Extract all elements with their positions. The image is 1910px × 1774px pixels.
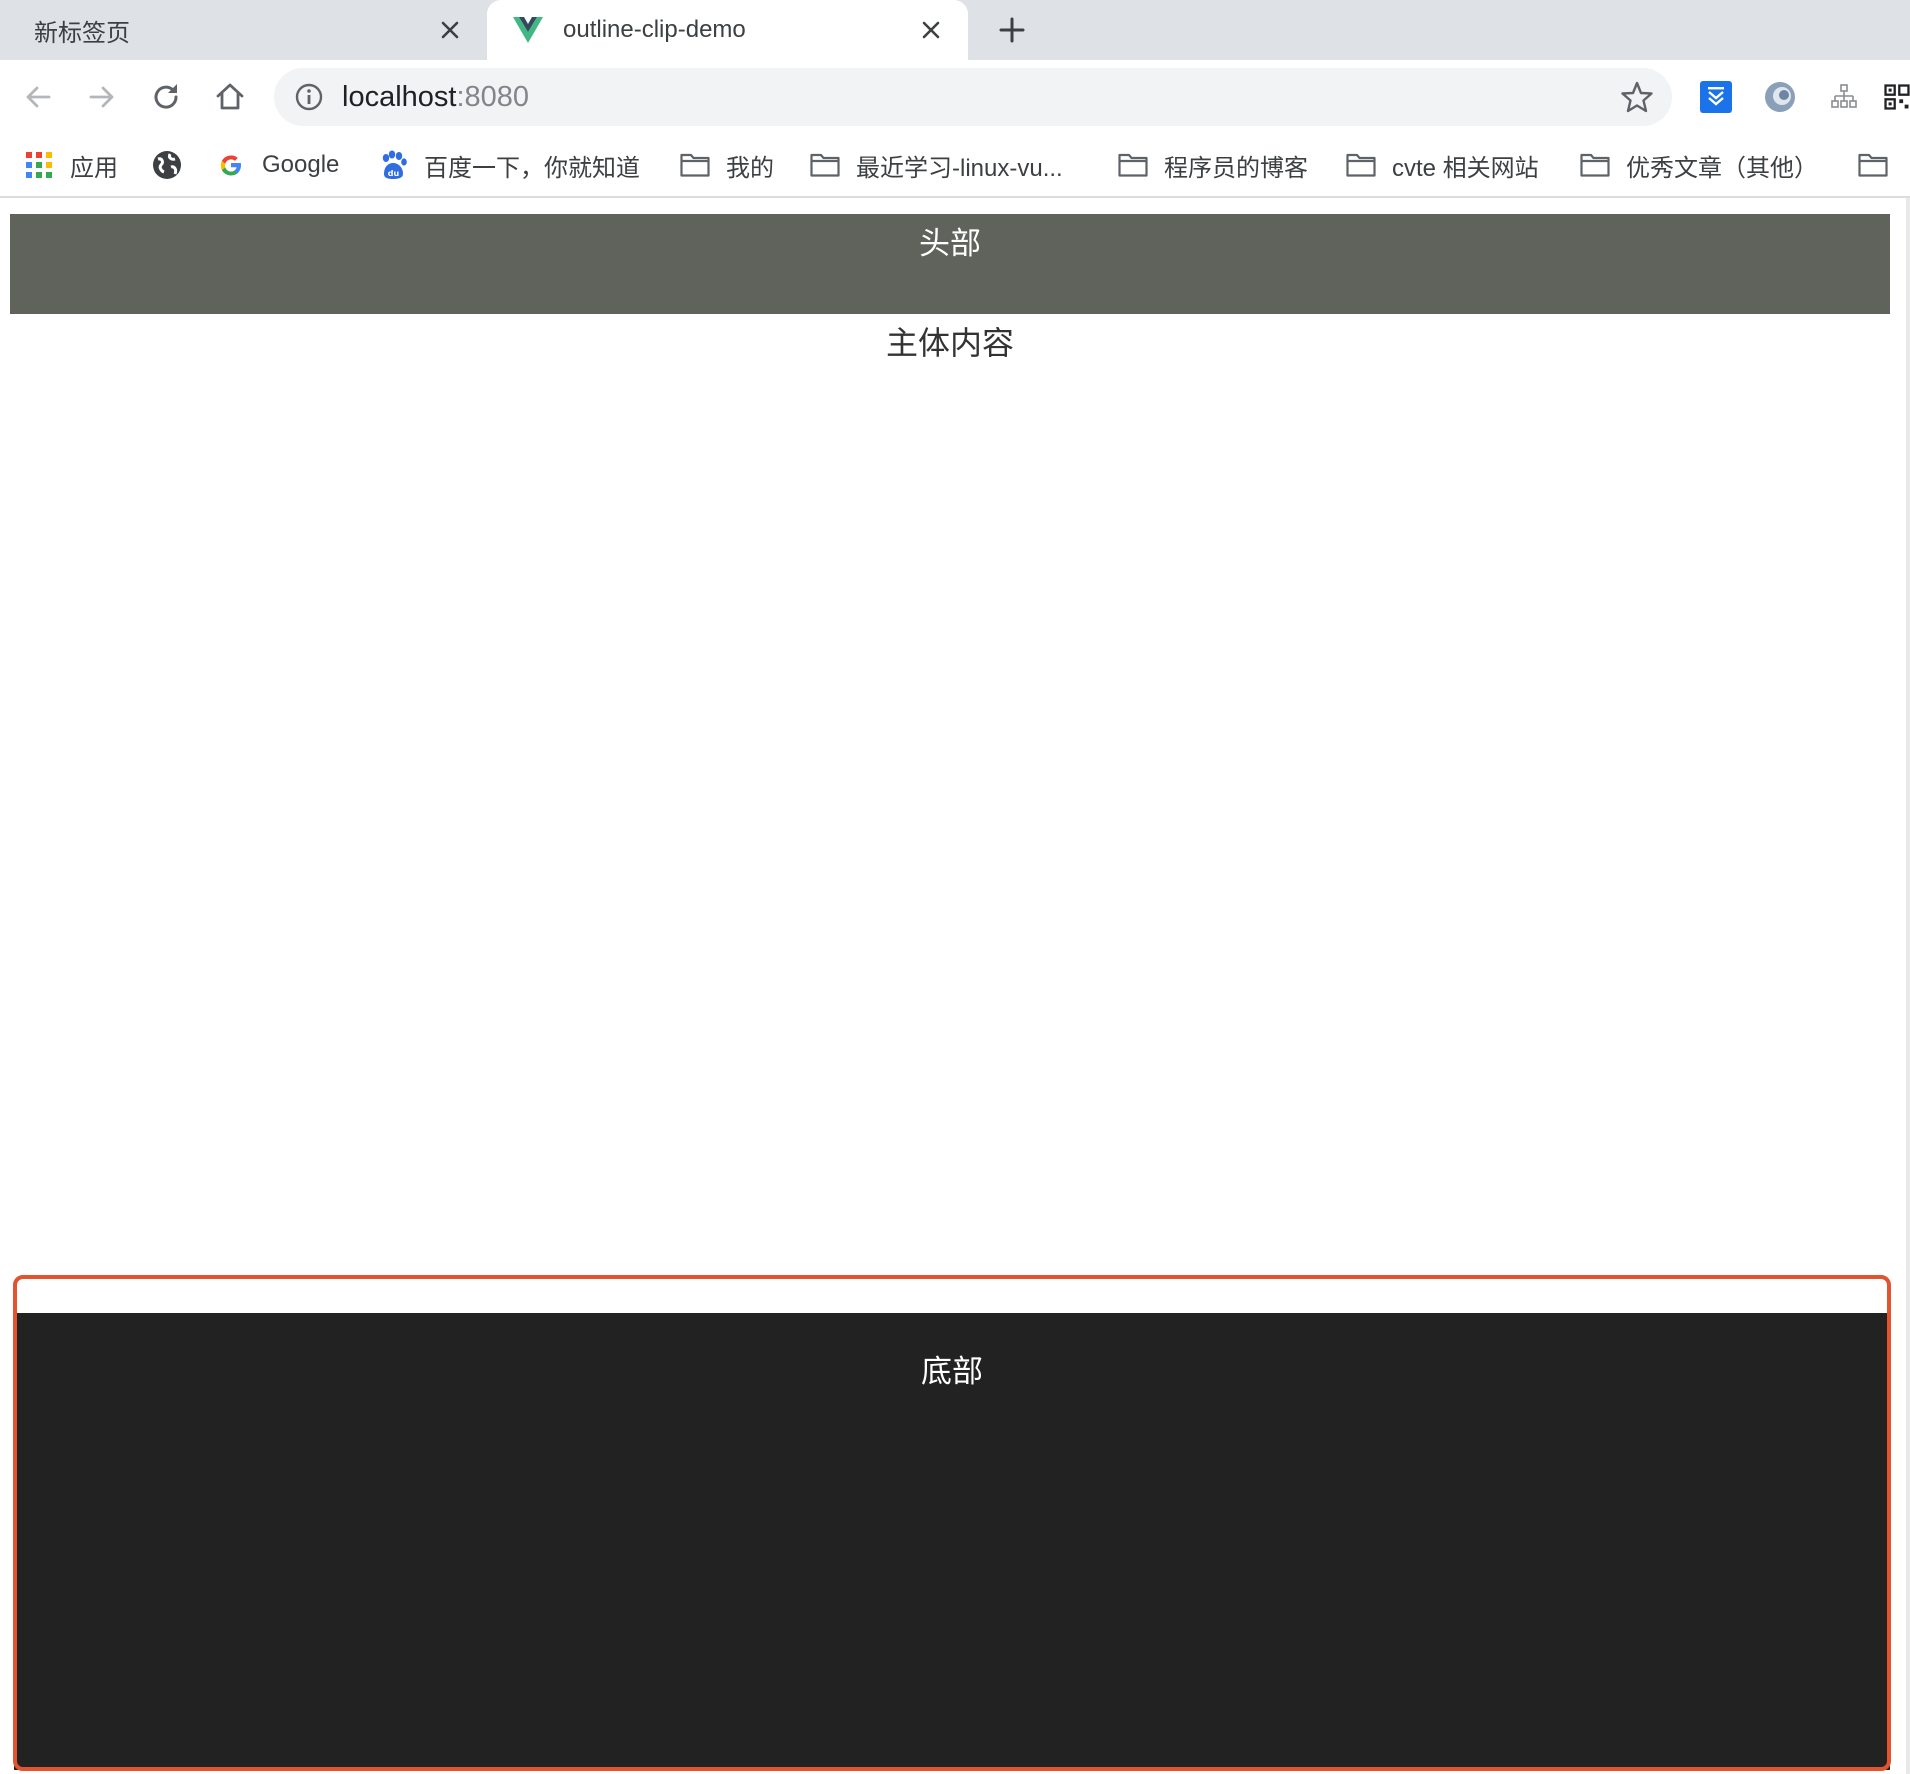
tab-outline-clip-demo[interactable]: outline-clip-demo (487, 0, 968, 60)
forward-button[interactable] (78, 73, 126, 121)
bookmark-star-icon[interactable] (1620, 80, 1654, 114)
bookmark-folder-articles[interactable]: 优秀文章（其他） (1580, 134, 1818, 196)
folder-icon (1580, 150, 1610, 180)
info-icon[interactable] (294, 82, 324, 112)
plus-icon (999, 17, 1025, 43)
qr-code-extension-icon[interactable] (1884, 77, 1910, 117)
address-bar[interactable]: localhost:8080 (274, 68, 1672, 126)
circle-extension-icon[interactable] (1760, 77, 1800, 117)
bookmark-folder-linux[interactable]: 最近学习-linux-vu... (810, 134, 1063, 196)
home-button[interactable] (206, 73, 254, 121)
tab-new-tab[interactable]: 新标签页 (0, 0, 487, 60)
svg-text:du: du (388, 169, 400, 178)
arrow-right-icon (89, 86, 114, 108)
url-text[interactable]: localhost:8080 (342, 68, 529, 126)
reload-button[interactable] (142, 73, 190, 121)
close-tab-icon[interactable] (433, 13, 467, 47)
download-extension-icon[interactable] (1696, 77, 1736, 117)
tab-strip: 新标签页 outline-clip-demo (0, 0, 1910, 60)
bookmark-label: 优秀文章（其他） (1626, 154, 1818, 182)
bookmark-google[interactable]: Google (216, 134, 339, 196)
globe-icon (152, 150, 182, 180)
sitemap-extension-icon[interactable] (1824, 77, 1864, 117)
bookmark-folder-mine[interactable]: 我的 (680, 134, 774, 196)
back-button[interactable] (14, 73, 62, 121)
bookmark-folder-cvte[interactable]: cvte 相关网站 (1346, 134, 1539, 196)
close-tab-icon[interactable] (914, 13, 948, 47)
folder-icon (680, 150, 710, 180)
tab-title: 新标签页 (34, 19, 130, 47)
bookmark-label: 最近学习-linux-vu... (856, 154, 1063, 182)
folder-icon (810, 150, 840, 180)
folder-icon (1858, 150, 1888, 180)
tab-title: outline-clip-demo (563, 16, 746, 43)
url-port: :8080 (456, 81, 530, 113)
header-text: 头部 (919, 226, 981, 261)
url-host: localhost (342, 81, 457, 113)
bookmark-label: 程序员的博客 (1164, 154, 1308, 182)
apps-grid-icon (24, 150, 54, 180)
google-icon (216, 150, 246, 180)
bookmark-label: 我的 (726, 154, 774, 182)
vue-logo-icon (513, 17, 543, 43)
bookmark-apps[interactable]: 应用 (24, 134, 118, 196)
bookmark-label: 百度一下，你就知道 (424, 154, 640, 182)
main-content-text: 主体内容 (885, 325, 1014, 361)
baidu-paw-icon: du (378, 150, 408, 180)
reload-icon (154, 84, 178, 109)
folder-icon (1346, 150, 1376, 180)
new-tab-button[interactable] (990, 8, 1034, 52)
footer-text: 底部 (921, 1354, 983, 1389)
page-footer: 底部 (14, 1313, 1890, 1770)
home-icon (216, 83, 244, 110)
bookmarks-bar: 应用 Google du 百度一下，你就知道 我的 最近学习-linux-vu.… (0, 134, 1910, 198)
scrollbar-track[interactable] (1906, 198, 1910, 1774)
arrow-left-icon (26, 86, 51, 108)
page-header: 头部 (10, 214, 1890, 314)
bookmark-label: Google (262, 151, 340, 178)
bookmark-baidu[interactable]: du 百度一下，你就知道 (378, 134, 640, 196)
bookmark-globe[interactable] (152, 134, 198, 196)
bookmark-label: 应用 (70, 154, 118, 182)
bookmark-folder-blogs[interactable]: 程序员的博客 (1118, 134, 1308, 196)
bookmark-label: cvte 相关网站 (1392, 154, 1539, 182)
folder-icon (1118, 150, 1148, 180)
main-content: 主体内容 (10, 314, 1890, 361)
browser-toolbar: localhost:8080 (0, 60, 1910, 134)
bookmark-folder-overflow[interactable] (1858, 134, 1910, 196)
